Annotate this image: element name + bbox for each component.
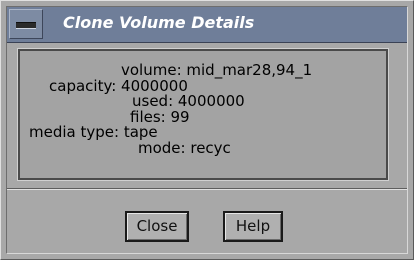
details-panel: volume: mid_mar28,94_1 capacity: 4000000… <box>17 48 389 181</box>
close-button[interactable]: Close <box>125 211 189 242</box>
mode-line: mode: recyc <box>138 138 231 157</box>
help-button[interactable]: Help <box>223 211 283 242</box>
window-frame: Clone Volume Details volume: mid_mar28,9… <box>6 6 408 254</box>
clone-volume-details-window: Clone Volume Details volume: mid_mar28,9… <box>0 0 414 260</box>
details-area: volume: mid_mar28,94_1 capacity: 4000000… <box>7 44 407 189</box>
details-text: volume: mid_mar28,94_1 capacity: 4000000… <box>29 62 312 157</box>
window-menu-icon <box>16 22 36 29</box>
title-bar[interactable]: Clone Volume Details <box>7 7 407 43</box>
window-title: Clone Volume Details <box>63 13 255 32</box>
button-row: Close Help <box>7 190 407 253</box>
window-menu-button[interactable] <box>9 9 43 39</box>
